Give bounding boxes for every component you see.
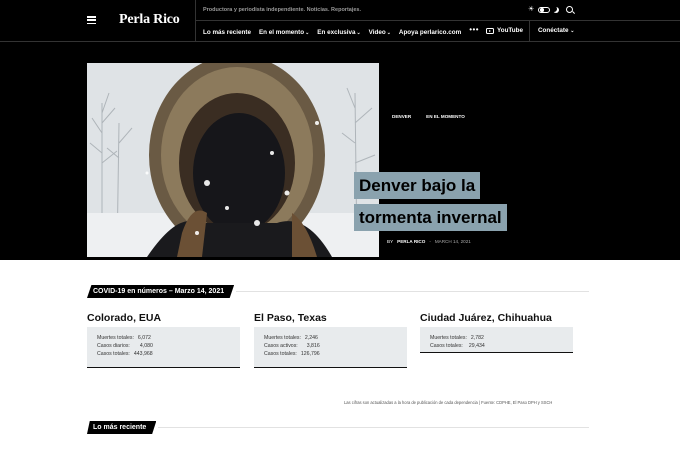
covid-card-colorado: Colorado, EUA Muertes totales: 6,072 Caso… [87,312,240,368]
covid-card-el-paso: El Paso, Texas Muertes totales: 2,246 Cas… [254,312,407,368]
nav-item-video[interactable]: Video⌄ [369,29,391,36]
covid-section-header: COVID-19 en números – Marzo 14, 2021 [87,285,589,298]
recent-section-header: Lo más reciente [87,421,589,434]
stat-row: Muertes totales: 6,072 [97,335,151,341]
youtube-link[interactable]: YouTube [486,27,523,34]
divider [529,21,530,42]
nav-item-apoya[interactable]: Apoya perlarico.com [399,29,461,36]
toggle-switch-icon[interactable] [538,6,550,13]
dark-mode-toggle[interactable]: ☀ [528,6,559,13]
moon-icon [553,7,559,13]
card-stats: Muertes totales: 2,782 Casos totales: 29,4… [420,327,573,353]
search-icon[interactable] [566,6,573,13]
youtube-icon [486,27,494,34]
divider [158,427,589,428]
divider [195,0,196,42]
nav-item-en-exclusiva[interactable]: En exclusiva⌄ [317,29,360,36]
chevron-down-icon: ⌄ [570,28,575,34]
author-link[interactable]: PERLA RICO [397,239,425,244]
nav-item-en-el-momento[interactable]: En el momento⌄ [259,29,309,36]
hero-image[interactable] [87,63,379,257]
sun-icon: ☀ [528,6,535,13]
chevron-down-icon: ⌄ [356,29,361,36]
covid-card-juarez: Ciudad Juárez, Chihuahua Muertes totales… [420,312,573,353]
site-tagline: Productora y periodista independiente. N… [203,7,362,13]
hamburger-menu-icon[interactable] [87,16,96,24]
site-logo[interactable]: Perla Rico [119,12,180,28]
connect-menu[interactable]: Conéctate ⌄ [538,27,574,34]
stat-row: Casos activos: 3,816 [264,343,320,349]
card-title: Colorado, EUA [87,312,162,324]
card-stats: Muertes totales: 2,246 Casos activos: 3,81… [254,327,407,368]
top-bar: Perla Rico Productora y periodista indep… [0,0,680,42]
chevron-down-icon: ⌄ [386,29,391,36]
stat-row: Casos totales: 29,434 [430,343,485,349]
stat-row: Muertes totales: 2,246 [264,335,318,341]
chevron-down-icon: ⌄ [305,29,310,36]
main-nav: Lo más reciente En el momento⌄ En exclus… [203,26,479,36]
publish-date: MARCH 14, 2021 [434,239,471,244]
hero-title[interactable]: Denver bajo la tormenta invernal [354,170,544,234]
more-menu-icon[interactable]: ••• [469,26,479,34]
data-source-note: Las cifras son actualizadas a la hora de… [344,400,553,405]
hero-photo-illustration [87,63,379,257]
divider [195,20,680,21]
stat-row: Casos totales: 443,968 [97,351,153,357]
hero-meta: BY PERLA RICO - MARCH 14, 2021 [387,239,471,244]
category-tag[interactable]: EN EL MOMENTO [426,114,465,119]
stat-row: Casos diarios: 4,080 [97,343,153,349]
nav-item-lo-mas-reciente[interactable]: Lo más reciente [203,29,251,36]
hero-categories: DENVER EN EL MOMENTO [392,114,465,119]
stat-row: Muertes totales: 2,782 [430,335,484,341]
card-title: El Paso, Texas [254,312,327,324]
card-title: Ciudad Juárez, Chihuahua [420,312,552,324]
hero-section: DENVER EN EL MOMENTO Denver bajo la torm… [0,42,680,260]
card-stats: Muertes totales: 6,072 Casos diarios: 4,08… [87,327,240,368]
section-title: COVID-19 en números – Marzo 14, 2021 [87,285,235,298]
divider [236,291,589,292]
stat-row: Casos totales: 126,796 [264,351,320,357]
category-tag[interactable]: DENVER [392,114,411,119]
section-title: Lo más reciente [87,421,157,434]
